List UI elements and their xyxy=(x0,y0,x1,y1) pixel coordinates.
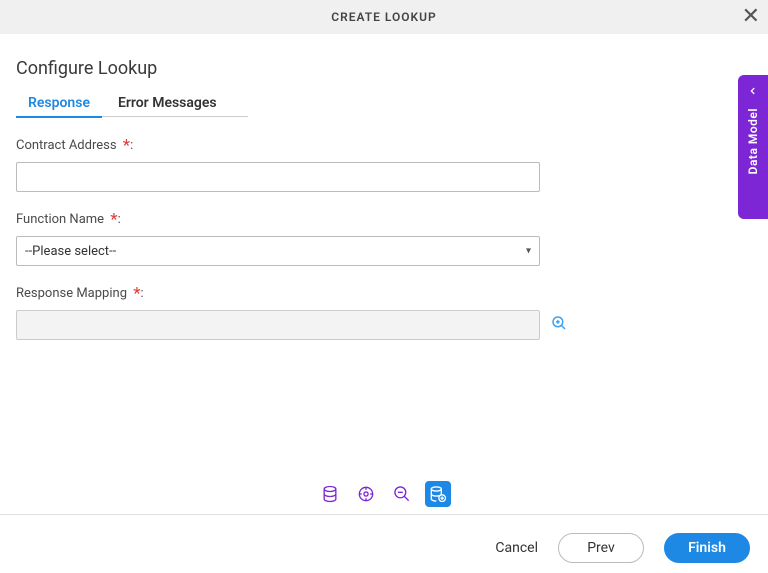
tab-error-messages-label: Error Messages xyxy=(118,95,217,111)
response-mapping-row xyxy=(16,310,740,340)
tab-response-label: Response xyxy=(28,95,90,111)
function-name-label-text: Function Name xyxy=(16,212,104,227)
step-request-icon[interactable] xyxy=(389,481,415,507)
side-tab-label: Data Model xyxy=(746,108,760,174)
config-section: Configure Lookup Response Error Messages… xyxy=(0,34,768,340)
field-contract-address: Contract Address *: xyxy=(16,136,740,192)
cancel-button[interactable]: Cancel xyxy=(495,540,538,556)
chevron-left-icon xyxy=(748,85,758,100)
close-icon[interactable]: ✕ xyxy=(742,6,760,28)
colon: : xyxy=(141,286,144,301)
field-response-mapping: Response Mapping *: xyxy=(16,284,740,340)
step-response-icon[interactable] xyxy=(425,481,451,507)
modal-title: CREATE LOOKUP xyxy=(331,10,437,24)
required-star-icon: * xyxy=(129,284,141,304)
contract-address-input[interactable] xyxy=(16,162,540,192)
contract-address-label: Contract Address *: xyxy=(16,136,740,156)
step-datasource-icon[interactable] xyxy=(317,481,343,507)
colon: : xyxy=(130,138,133,153)
prev-button[interactable]: Prev xyxy=(558,533,644,563)
function-name-select[interactable]: --Please select-- ▾ xyxy=(16,236,540,266)
chevron-down-icon: ▾ xyxy=(526,246,531,257)
function-name-label: Function Name *: xyxy=(16,210,740,230)
response-mapping-label: Response Mapping *: xyxy=(16,284,740,304)
tabs: Response Error Messages xyxy=(28,91,740,118)
contract-address-label-text: Contract Address xyxy=(16,138,117,153)
required-star-icon: * xyxy=(106,210,118,230)
tab-response[interactable]: Response xyxy=(28,91,90,117)
tab-error-messages[interactable]: Error Messages xyxy=(118,91,217,117)
colon: : xyxy=(118,212,121,227)
finish-button[interactable]: Finish xyxy=(664,533,750,563)
response-mapping-label-text: Response Mapping xyxy=(16,286,127,301)
field-function-name: Function Name *: --Please select-- ▾ xyxy=(16,210,740,266)
response-mapping-input[interactable] xyxy=(16,310,540,340)
section-heading: Configure Lookup xyxy=(16,58,740,79)
required-star-icon: * xyxy=(119,136,131,156)
modal-header: CREATE LOOKUP ✕ xyxy=(0,0,768,34)
step-configure-icon[interactable] xyxy=(353,481,379,507)
mapping-lookup-icon[interactable] xyxy=(550,314,568,336)
side-tab-data-model[interactable]: Data Model xyxy=(738,75,768,219)
stepper-row xyxy=(0,481,768,515)
footer: Cancel Prev Finish xyxy=(0,523,768,573)
function-name-selected-value: --Please select-- xyxy=(25,244,116,259)
